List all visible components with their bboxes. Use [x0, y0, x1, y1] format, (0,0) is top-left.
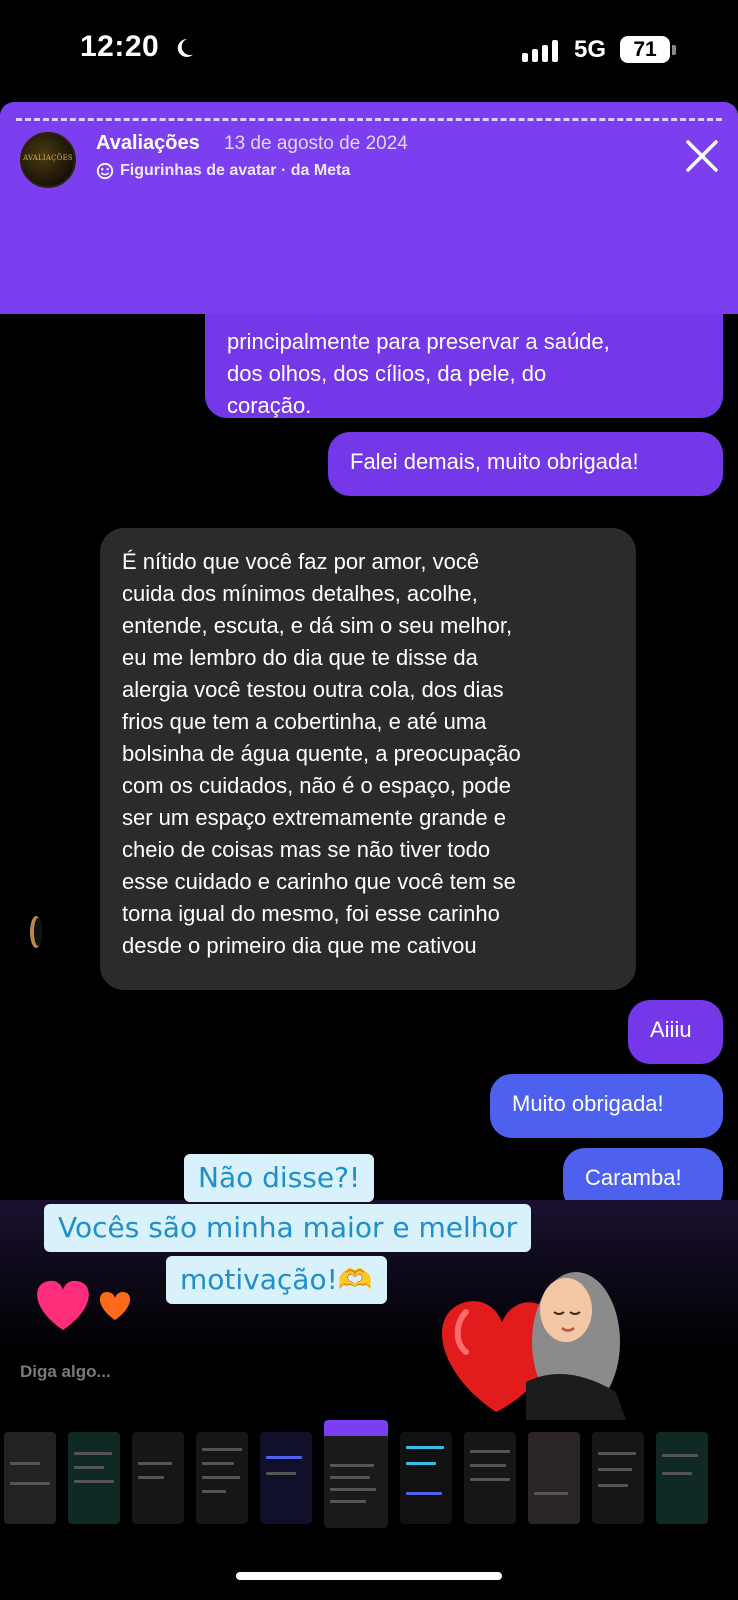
message-sent: Aiiiu: [628, 1000, 723, 1064]
network-type: 5G: [574, 36, 607, 63]
avatar-hug-heart-sticker: [442, 1272, 626, 1420]
heart-icon: [37, 1280, 89, 1330]
battery-cap: [672, 45, 676, 55]
story-caption-line: Vocês são minha maior e melhor: [44, 1204, 532, 1252]
sticker-credit[interactable]: Figurinhas de avatar · da Meta: [96, 162, 350, 180]
sticker-icon: [96, 162, 114, 180]
status-time: 12:20: [80, 30, 160, 63]
story-thumbnail-strip: [0, 1420, 738, 1530]
story-thumbnail[interactable]: [656, 1432, 708, 1524]
story-thumbnail[interactable]: [260, 1432, 312, 1524]
message-sent: principalmente para preservar a saúde, d…: [205, 314, 723, 418]
story-thumbnail[interactable]: [196, 1432, 248, 1524]
status-bar: 12:20 5G 71: [0, 0, 738, 100]
story-progress-bar: [16, 118, 722, 121]
message-sent: Muito obrigada!: [490, 1074, 723, 1138]
heart-icon: [99, 1292, 131, 1320]
story-caption-line: Não disse?!: [184, 1154, 375, 1202]
story-thumbnail-active[interactable]: [324, 1420, 388, 1528]
sticker-credit-text: Figurinhas de avatar · da Meta: [120, 162, 351, 179]
story-date: 13 de agosto de 2024: [224, 133, 408, 154]
story-caption-line: motivação!🫶: [166, 1256, 387, 1304]
reply-input[interactable]: Diga algo...: [20, 1362, 111, 1382]
battery-icon: 71: [620, 36, 670, 63]
story-avatar[interactable]: AVALIAÇÕES: [20, 132, 76, 188]
story-thumbnail[interactable]: [400, 1432, 452, 1524]
story-thumbnail[interactable]: [592, 1432, 644, 1524]
message-received: É nítido que você faz por amor, você cui…: [100, 528, 636, 990]
story-thumbnail[interactable]: [528, 1432, 580, 1524]
story-account-name[interactable]: Avaliações: [96, 132, 200, 155]
story-thumbnail[interactable]: [4, 1432, 56, 1524]
close-icon[interactable]: [682, 136, 722, 176]
story-header: AVALIAÇÕES Avaliações 13 de agosto de 20…: [0, 102, 738, 314]
message-sent: Caramba!: [563, 1148, 723, 1200]
story-thumbnail[interactable]: [132, 1432, 184, 1524]
moon-icon: [177, 38, 193, 57]
signal-icon: [522, 38, 558, 62]
story-thumbnail[interactable]: [68, 1432, 120, 1524]
home-indicator[interactable]: [236, 1572, 502, 1580]
chat-screenshot: principalmente para preservar a saúde, d…: [0, 314, 738, 1200]
sender-avatar: [30, 916, 42, 948]
message-sent: Falei demais, muito obrigada!: [328, 432, 723, 496]
avatar-logo-text: AVALIAÇÕES: [23, 154, 73, 162]
story-thumbnail[interactable]: [464, 1432, 516, 1524]
